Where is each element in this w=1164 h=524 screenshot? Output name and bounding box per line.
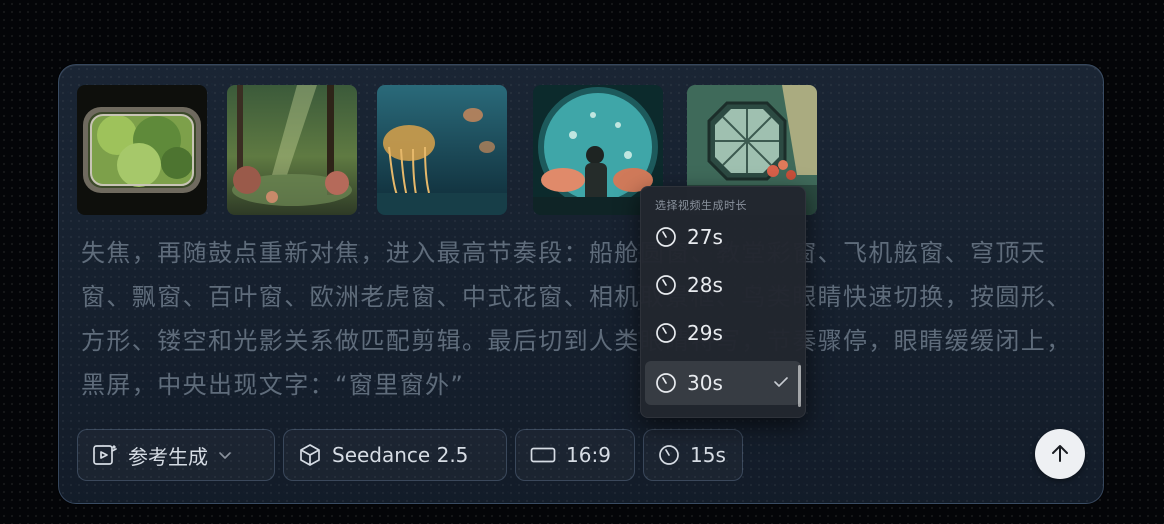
cube-icon — [298, 443, 322, 467]
aspect-ratio-label: 16:9 — [566, 443, 611, 467]
duration-option-label: 30s — [687, 371, 723, 395]
aspect-ratio-button[interactable]: 16:9 — [515, 429, 635, 481]
duration-button[interactable]: 15s — [643, 429, 743, 481]
prompt-composer: 失焦，再随鼓点重新对焦，进入最高节奏段：船舱圆窗、教堂彩窗、飞机舷窗、穹顶天窗、… — [58, 64, 1104, 504]
chevron-down-icon — [218, 450, 232, 460]
model-select-label: Seedance 2.5 — [332, 443, 469, 467]
duration-dropdown: 选择视频生成时长 27s 28s 29s 30s — [640, 186, 806, 418]
clock-icon — [658, 444, 680, 466]
arrow-up-icon — [1049, 443, 1071, 465]
duration-option-label: 29s — [687, 321, 723, 345]
aspect-ratio-icon — [530, 445, 556, 465]
mode-select-label: 参考生成 — [128, 444, 208, 469]
check-icon — [773, 375, 789, 389]
duration-option-29s[interactable]: 29s — [645, 311, 801, 355]
send-button[interactable] — [1035, 429, 1085, 479]
prompt-text[interactable]: 失焦，再随鼓点重新对焦，进入最高节奏段：船舱圆窗、教堂彩窗、飞机舷窗、穹顶天窗、… — [81, 231, 1081, 407]
reference-image-1[interactable] — [77, 85, 207, 215]
model-select-button[interactable]: Seedance 2.5 — [283, 429, 507, 481]
duration-option-28s[interactable]: 28s — [645, 263, 801, 307]
duration-option-27s[interactable]: 27s — [645, 215, 801, 259]
duration-label: 15s — [690, 443, 726, 467]
mode-select-button[interactable]: 参考生成 — [77, 429, 275, 481]
duration-dropdown-title: 选择视频生成时长 — [655, 199, 747, 212]
clock-icon — [655, 372, 677, 394]
duration-option-label: 27s — [687, 225, 723, 249]
dropdown-scrollbar[interactable] — [798, 365, 801, 407]
reference-video-icon — [92, 443, 118, 467]
reference-image-2[interactable] — [227, 85, 357, 215]
reference-image-3[interactable] — [377, 85, 507, 215]
clock-icon — [655, 322, 677, 344]
duration-option-30s[interactable]: 30s — [645, 361, 801, 405]
clock-icon — [655, 226, 677, 248]
duration-option-label: 28s — [687, 273, 723, 297]
clock-icon — [655, 274, 677, 296]
